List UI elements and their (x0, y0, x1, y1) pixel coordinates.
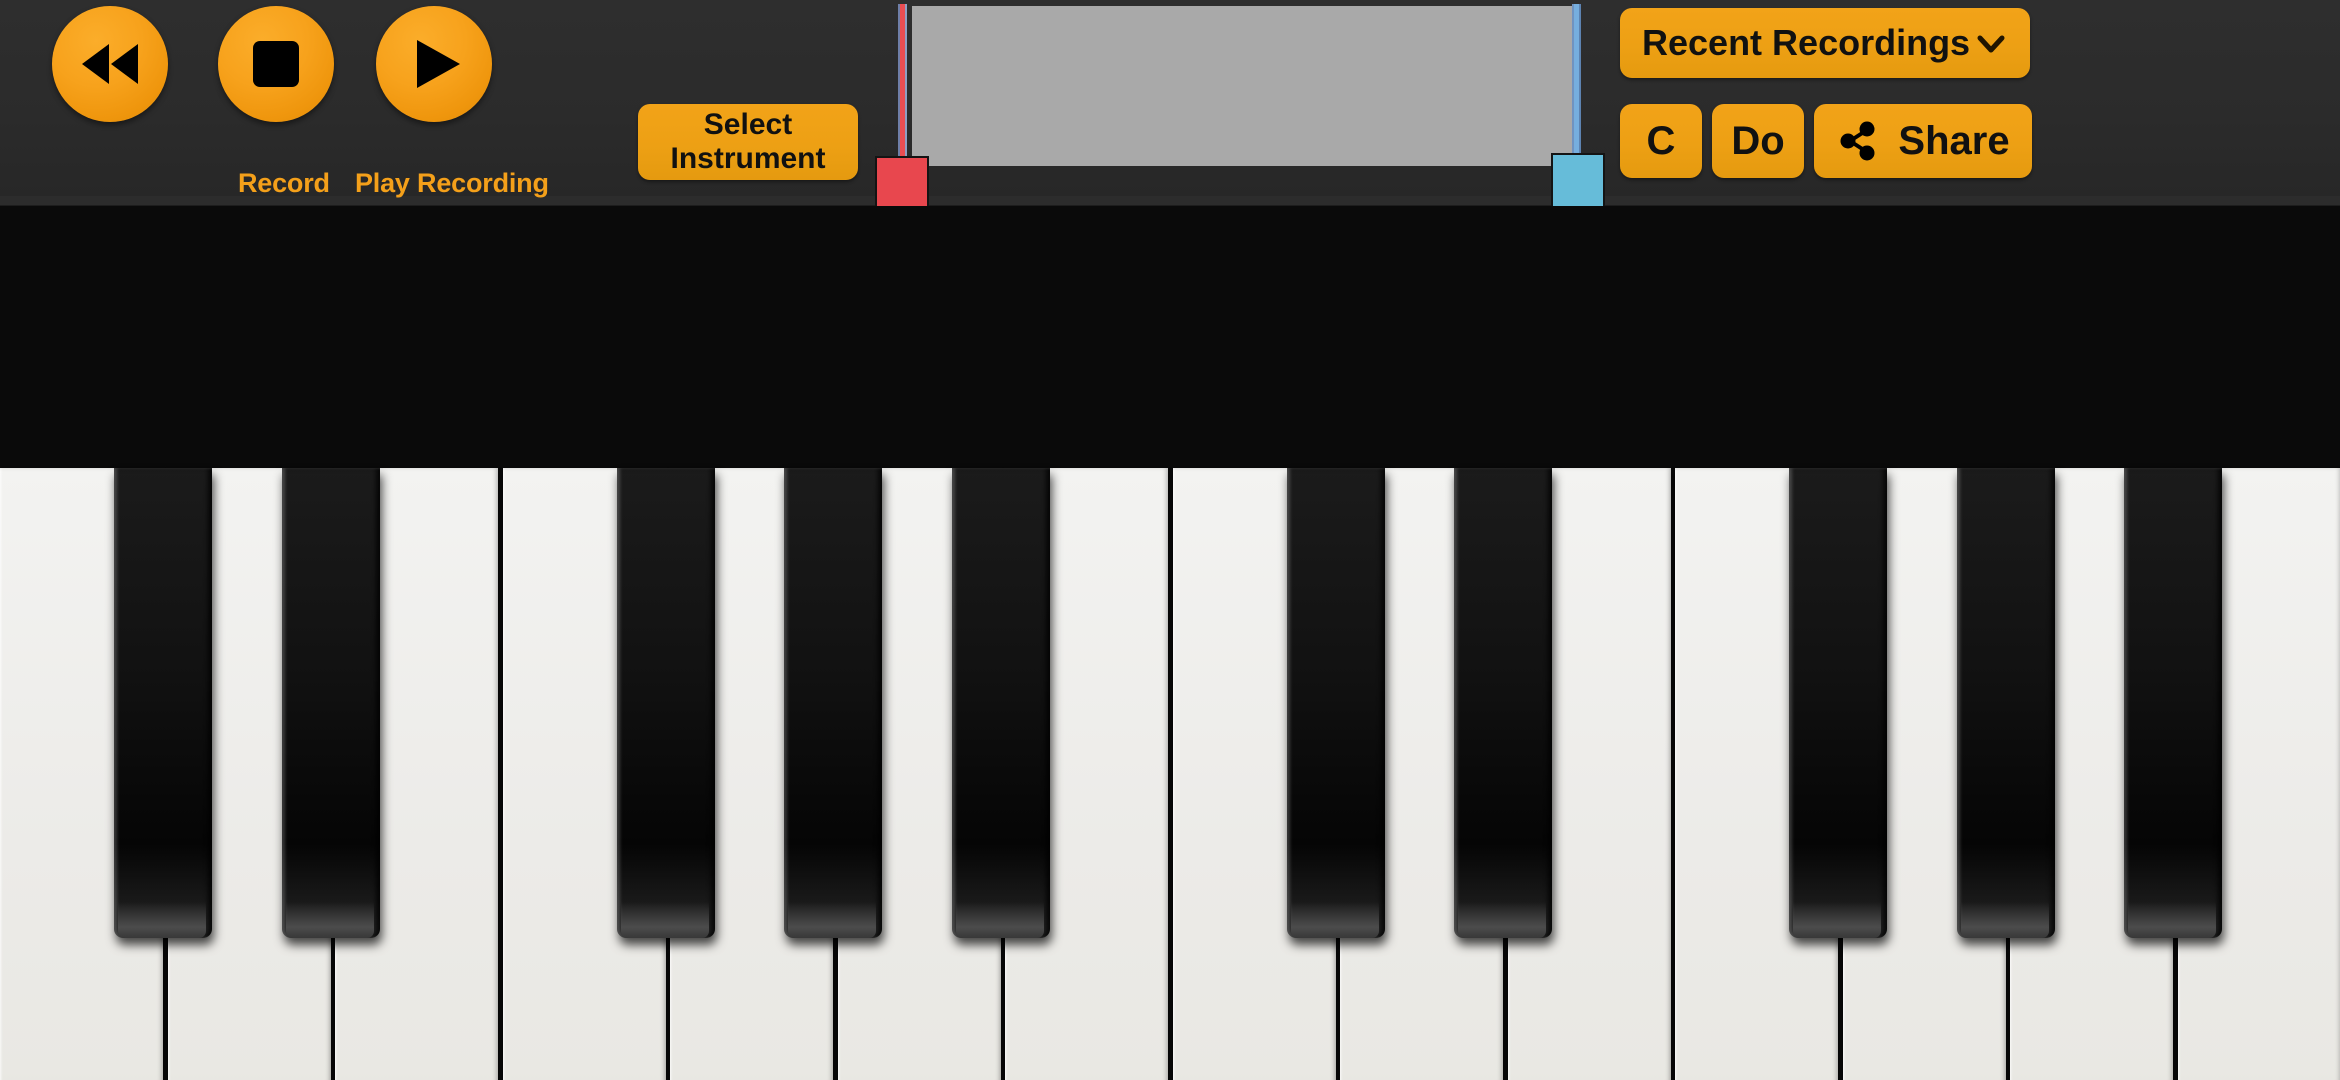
black-key[interactable] (952, 468, 1050, 938)
black-key[interactable] (282, 468, 380, 938)
button-c[interactable]: C (1620, 104, 1702, 178)
piano-keyboard (0, 468, 2340, 1080)
record-label: Record (238, 168, 330, 198)
button-do[interactable]: Do (1712, 104, 1804, 178)
play-recording-label: Play Recording (355, 168, 549, 198)
rewind-button[interactable] (52, 6, 168, 122)
rewind-icon (78, 40, 142, 88)
play-button[interactable] (376, 6, 492, 122)
select-instrument-button[interactable]: Select Instrument (638, 104, 858, 180)
chevron-down-icon (1974, 26, 2008, 60)
black-key[interactable] (114, 468, 212, 938)
select-instrument-line2: Instrument (670, 142, 826, 175)
share-nodes-icon (1836, 119, 1880, 163)
select-instrument-line1: Select (703, 108, 793, 142)
play-triangle-icon (405, 35, 463, 93)
black-key[interactable] (1287, 468, 1385, 938)
black-key[interactable] (617, 468, 715, 938)
recent-recordings-label: Recent Recordings (1642, 21, 1971, 63)
share-button[interactable]: Share (1814, 104, 2032, 178)
black-key[interactable] (2124, 468, 2222, 938)
black-key[interactable] (1454, 468, 1552, 938)
black-key[interactable] (1957, 468, 2055, 938)
button-do-label: Do (1731, 118, 1785, 163)
range-slider[interactable] (875, 0, 1605, 220)
record-button[interactable] (218, 6, 334, 122)
share-label: Share (1898, 118, 2010, 163)
black-key[interactable] (784, 468, 882, 938)
button-c-label: C (1646, 118, 1676, 163)
slider-track[interactable] (912, 6, 1572, 166)
recent-recordings-dropdown[interactable]: Recent Recordings (1620, 8, 2030, 78)
slider-right-marker (1572, 4, 1581, 162)
black-key[interactable] (1789, 468, 1887, 938)
slider-left-marker (898, 4, 907, 162)
toolbar: Record Play Recording Select Instrument … (0, 0, 2340, 220)
stop-square-icon (251, 39, 301, 89)
keyboard-backing (0, 206, 2340, 1080)
